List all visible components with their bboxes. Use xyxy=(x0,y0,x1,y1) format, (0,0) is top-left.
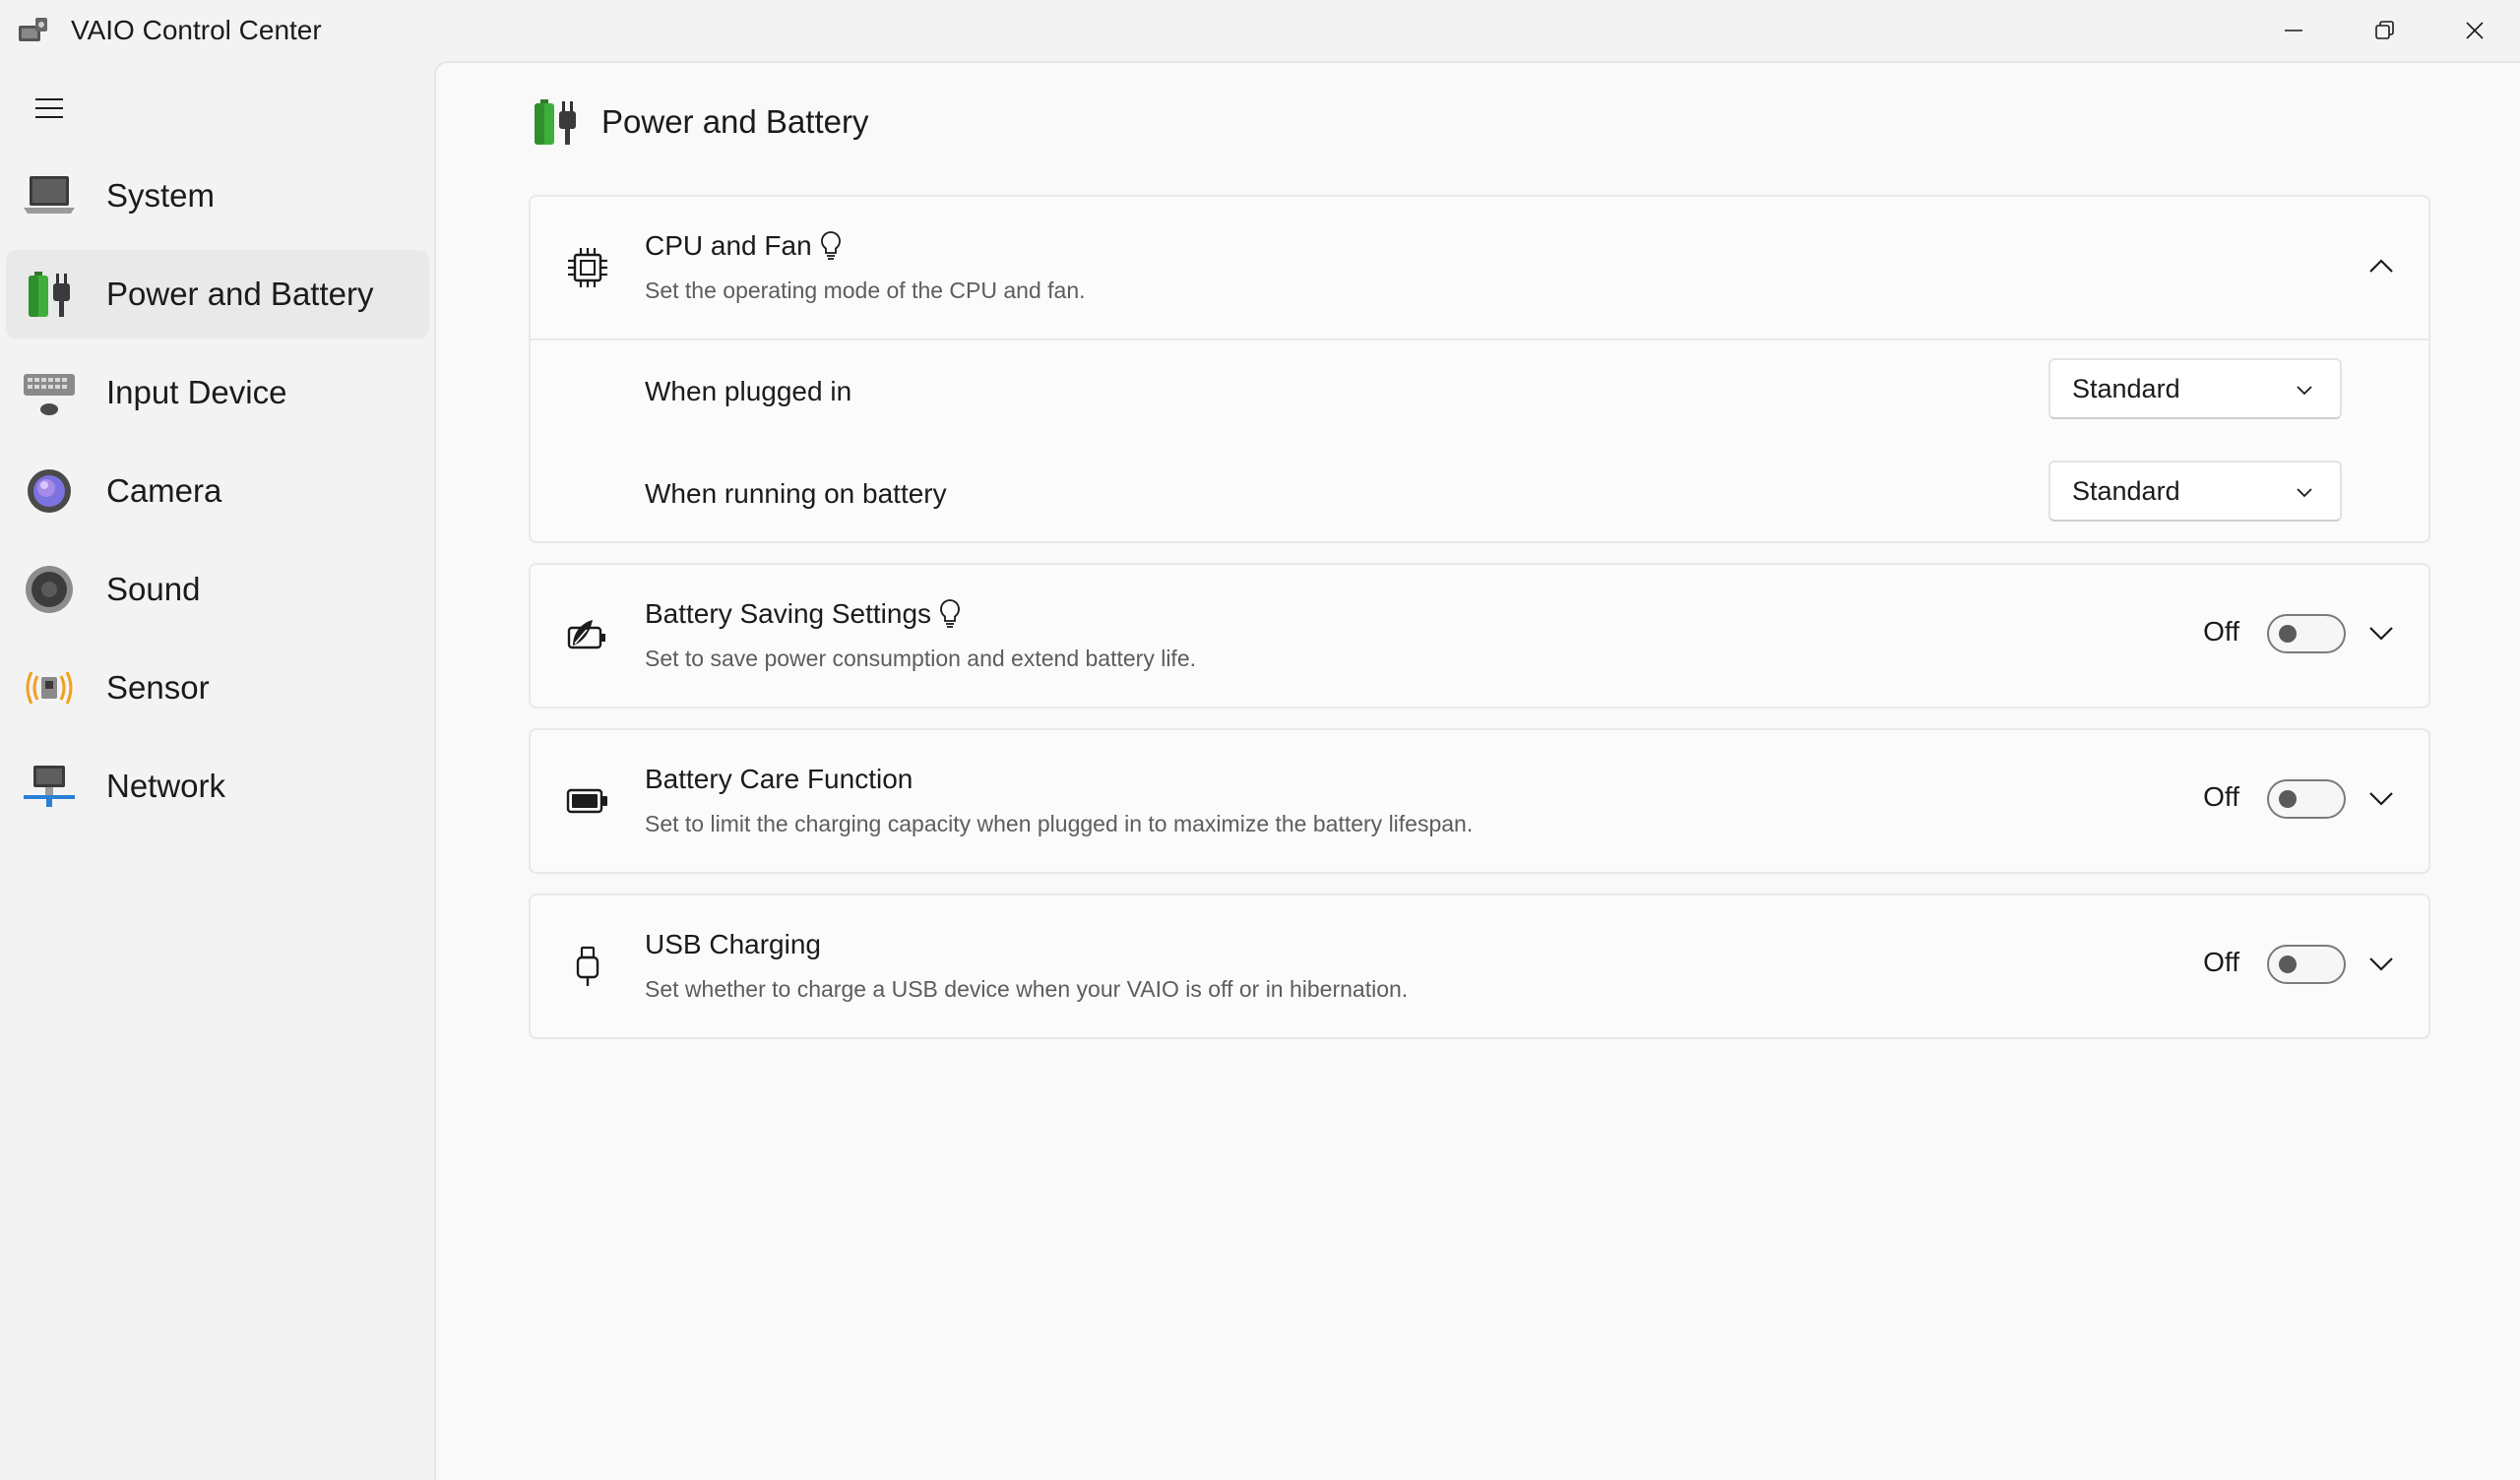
restore-button[interactable] xyxy=(2339,0,2429,61)
card-title: USB Charging xyxy=(645,929,821,960)
sidebar-item-power-and-battery[interactable]: Power and Battery xyxy=(6,250,429,339)
card-title: Battery Saving Settings xyxy=(645,598,963,630)
cpu-chip-icon xyxy=(562,242,613,293)
battery-saving-toggle[interactable] xyxy=(2267,614,2346,653)
battery-saving-title: Battery Saving Settings xyxy=(645,598,932,629)
dropdown-value: Standard xyxy=(2072,475,2180,506)
sidebar-item-label: Sound xyxy=(106,571,201,607)
sidebar-item-sensor[interactable]: Sensor xyxy=(6,644,429,732)
main-content: Power and Battery CPU and Fan Set the op… xyxy=(434,61,2520,1480)
sidebar-item-input-device[interactable]: Input Device xyxy=(6,348,429,437)
title-bar: VAIO Control Center xyxy=(0,0,2520,61)
chevron-down-icon[interactable] xyxy=(2365,949,2397,980)
battery-icon xyxy=(562,775,613,827)
menu-button[interactable] xyxy=(26,89,73,128)
on-battery-mode-dropdown[interactable]: Standard xyxy=(2048,461,2342,522)
toggle-knob xyxy=(2279,956,2297,973)
sidebar-item-camera[interactable]: Camera xyxy=(6,447,429,535)
toggle-state-label: Off xyxy=(2203,781,2239,812)
close-icon xyxy=(2466,22,2484,39)
camera-icon xyxy=(22,463,77,519)
toggle-knob xyxy=(2279,790,2297,808)
minimize-button[interactable] xyxy=(2248,0,2339,61)
sidebar-item-label: System xyxy=(106,177,216,214)
cpu-fan-settings: When plugged in Standard When running on… xyxy=(531,339,2428,541)
battery-care-title: Battery Care Function xyxy=(645,764,914,794)
close-button[interactable] xyxy=(2429,0,2520,61)
toggle-knob xyxy=(2279,625,2297,643)
laptop-icon xyxy=(22,168,77,223)
sidebar-item-system[interactable]: System xyxy=(6,152,429,240)
usb-charging-card: USB Charging Set whether to charge a USB… xyxy=(529,894,2430,1039)
on-battery-label: When running on battery xyxy=(645,478,947,509)
battery-care-toggle[interactable] xyxy=(2267,779,2346,819)
sidebar: System Power and Battery Input Device Ca… xyxy=(0,61,434,1480)
sidebar-item-label: Camera xyxy=(106,472,222,509)
battery-saving-card: Battery Saving Settings Set to save powe… xyxy=(529,563,2430,709)
battery-leaf-icon xyxy=(562,610,613,661)
battery-saving-description: Set to save power consumption and extend… xyxy=(645,646,1196,671)
page-title: Power and Battery xyxy=(601,103,869,140)
sidebar-item-label: Sensor xyxy=(106,669,210,706)
dropdown-value: Standard xyxy=(2072,373,2180,403)
toggle-state-label: Off xyxy=(2203,616,2239,647)
chevron-down-icon[interactable] xyxy=(2365,783,2397,815)
chevron-down-icon xyxy=(2297,386,2312,396)
restore-icon xyxy=(2375,21,2394,39)
sidebar-item-label: Network xyxy=(106,768,226,804)
sensor-icon xyxy=(22,660,77,715)
cpu-fan-header[interactable]: CPU and Fan Set the operating mode of th… xyxy=(531,197,2428,339)
keyboard-mouse-icon xyxy=(22,365,77,420)
cpu-fan-title: CPU and Fan xyxy=(645,230,812,261)
usb-charging-description: Set whether to charge a USB device when … xyxy=(645,976,1409,1002)
plugged-in-label: When plugged in xyxy=(645,376,852,406)
network-icon xyxy=(22,759,77,814)
usb-charging-header[interactable]: USB Charging Set whether to charge a USB… xyxy=(531,895,2428,1037)
chevron-down-icon[interactable] xyxy=(2365,618,2397,649)
battery-care-card: Battery Care Function Set to limit the c… xyxy=(529,728,2430,874)
power-battery-icon xyxy=(535,99,576,145)
usb-charging-toggle[interactable] xyxy=(2267,945,2346,984)
card-title: CPU and Fan xyxy=(645,230,844,262)
battery-care-description: Set to limit the charging capacity when … xyxy=(645,811,1474,836)
battery-care-header[interactable]: Battery Care Function Set to limit the c… xyxy=(531,730,2428,872)
hamburger-icon xyxy=(35,98,63,118)
chevron-down-icon xyxy=(2297,488,2312,498)
on-battery-row: When running on battery Standard xyxy=(531,443,2428,545)
sidebar-item-sound[interactable]: Sound xyxy=(6,545,429,634)
usb-charging-title: USB Charging xyxy=(645,929,821,959)
minimize-icon xyxy=(2285,30,2302,31)
chevron-up-icon[interactable] xyxy=(2365,250,2397,281)
sidebar-item-network[interactable]: Network xyxy=(6,742,429,831)
cpu-fan-card: CPU and Fan Set the operating mode of th… xyxy=(529,195,2430,543)
toggle-state-label: Off xyxy=(2203,947,2239,977)
app-icon xyxy=(19,18,47,41)
sidebar-item-label: Power and Battery xyxy=(106,276,374,312)
window-title: VAIO Control Center xyxy=(71,15,322,45)
page-header: Power and Battery xyxy=(531,92,868,152)
lightbulb-icon[interactable] xyxy=(818,230,844,262)
plugged-in-mode-dropdown[interactable]: Standard xyxy=(2048,358,2342,419)
speaker-icon xyxy=(22,562,77,617)
lightbulb-icon[interactable] xyxy=(937,598,963,630)
sidebar-item-label: Input Device xyxy=(106,374,287,410)
plugged-in-row: When plugged in Standard xyxy=(531,340,2428,443)
card-title: Battery Care Function xyxy=(645,764,913,795)
battery-saving-header[interactable]: Battery Saving Settings Set to save powe… xyxy=(531,565,2428,707)
usb-plug-icon xyxy=(562,941,613,992)
cpu-fan-description: Set the operating mode of the CPU and fa… xyxy=(645,278,1086,303)
power-battery-icon xyxy=(22,267,77,322)
